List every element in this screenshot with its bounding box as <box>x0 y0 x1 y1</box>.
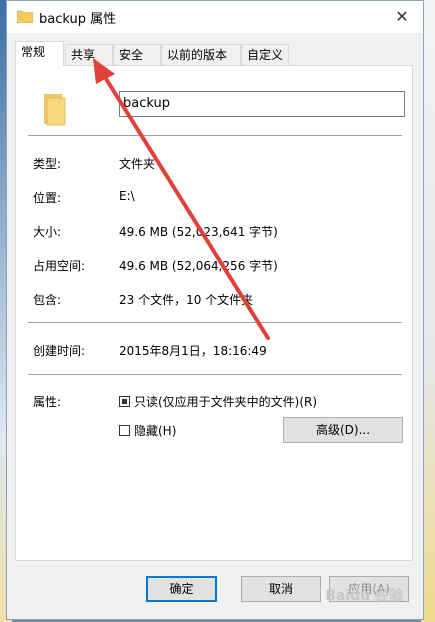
hidden-checkbox[interactable] <box>119 425 130 436</box>
ok-button[interactable]: 确定 <box>146 576 217 602</box>
tab-general[interactable]: 常规 <box>15 41 64 66</box>
general-panel: backup 类型: 文件夹 位置: E:\ 大小: 49.6 MB (52,0… <box>15 65 413 561</box>
type-label: 类型: <box>33 157 62 171</box>
location-value: E:\ <box>119 189 135 203</box>
tab-label: 安全 <box>119 48 144 62</box>
tab-label: 共享 <box>71 48 96 62</box>
folder-icon <box>17 10 33 23</box>
size-value: 49.6 MB (52,023,641 字节) <box>119 225 278 239</box>
tab-customize[interactable]: 自定义 <box>241 44 289 65</box>
type-value: 文件夹 <box>119 157 156 171</box>
close-button[interactable]: ✕ <box>387 5 417 29</box>
location-label: 位置: <box>33 191 62 205</box>
disk-size-value: 49.6 MB (52,064,256 字节) <box>119 259 278 273</box>
cancel-button[interactable]: 取消 <box>241 576 321 602</box>
attributes-label: 属性: <box>33 395 62 409</box>
window-title: backup 属性 <box>39 12 117 27</box>
folder-large-icon <box>44 94 66 126</box>
properties-dialog: backup 属性 ✕ 常规 共享 安全 以前的版本 自定义 backup 类型… <box>6 0 424 620</box>
close-icon: ✕ <box>395 7 409 26</box>
created-label: 创建时间: <box>33 344 86 358</box>
watermark: Baidu 经验 <box>325 588 403 604</box>
readonly-label[interactable]: 只读(仅应用于文件夹中的文件)(R) <box>134 393 317 410</box>
contains-value: 23 个文件，10 个文件夹 <box>119 293 254 307</box>
contains-label: 包含: <box>33 293 62 307</box>
tab-label: 自定义 <box>247 48 284 62</box>
hidden-label[interactable]: 隐藏(H) <box>134 422 176 439</box>
tab-label: 以前的版本 <box>167 48 228 62</box>
advanced-button[interactable]: 高级(D)... <box>283 417 403 443</box>
separator <box>28 322 402 323</box>
title-bar[interactable]: backup 属性 ✕ <box>7 1 423 33</box>
size-label: 大小: <box>33 225 62 239</box>
folder-name-input[interactable]: backup <box>119 91 405 117</box>
tab-security[interactable]: 安全 <box>113 44 161 65</box>
separator <box>28 135 402 136</box>
created-value: 2015年8月1日，18:16:49 <box>119 344 267 358</box>
tab-sharing[interactable]: 共享 <box>65 44 113 65</box>
tab-previous-versions[interactable]: 以前的版本 <box>161 44 241 65</box>
dialog-client: 常规 共享 安全 以前的版本 自定义 backup 类型: 文件夹 位置: E:… <box>7 33 423 619</box>
readonly-checkbox[interactable] <box>119 396 130 407</box>
disk-size-label: 占用空间: <box>33 259 86 273</box>
separator <box>28 374 402 375</box>
tab-label: 常规 <box>21 45 46 59</box>
